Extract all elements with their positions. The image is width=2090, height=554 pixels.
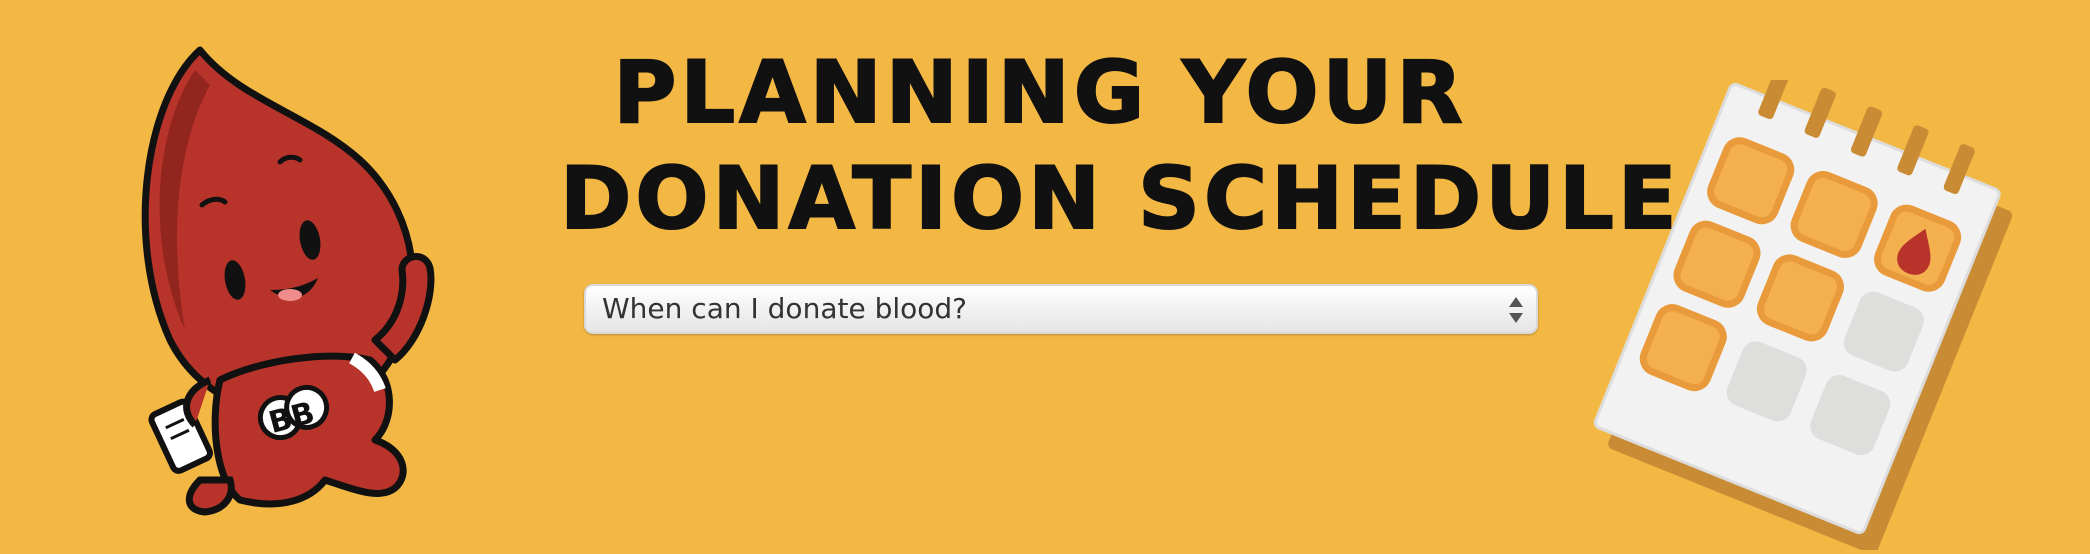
select-arrows-icon	[1508, 295, 1524, 325]
page-title-line-1: Planning your	[612, 42, 1467, 144]
page-title-line-2: donation schedule	[559, 148, 1681, 250]
page-title: Planning your donation schedule	[559, 40, 1681, 252]
blood-drop-mascot-icon: BB	[140, 40, 530, 530]
question-select-value: When can I donate blood?	[602, 292, 968, 325]
question-select[interactable]: When can I donate blood?	[584, 284, 1538, 334]
calendar-icon	[1585, 69, 2015, 554]
